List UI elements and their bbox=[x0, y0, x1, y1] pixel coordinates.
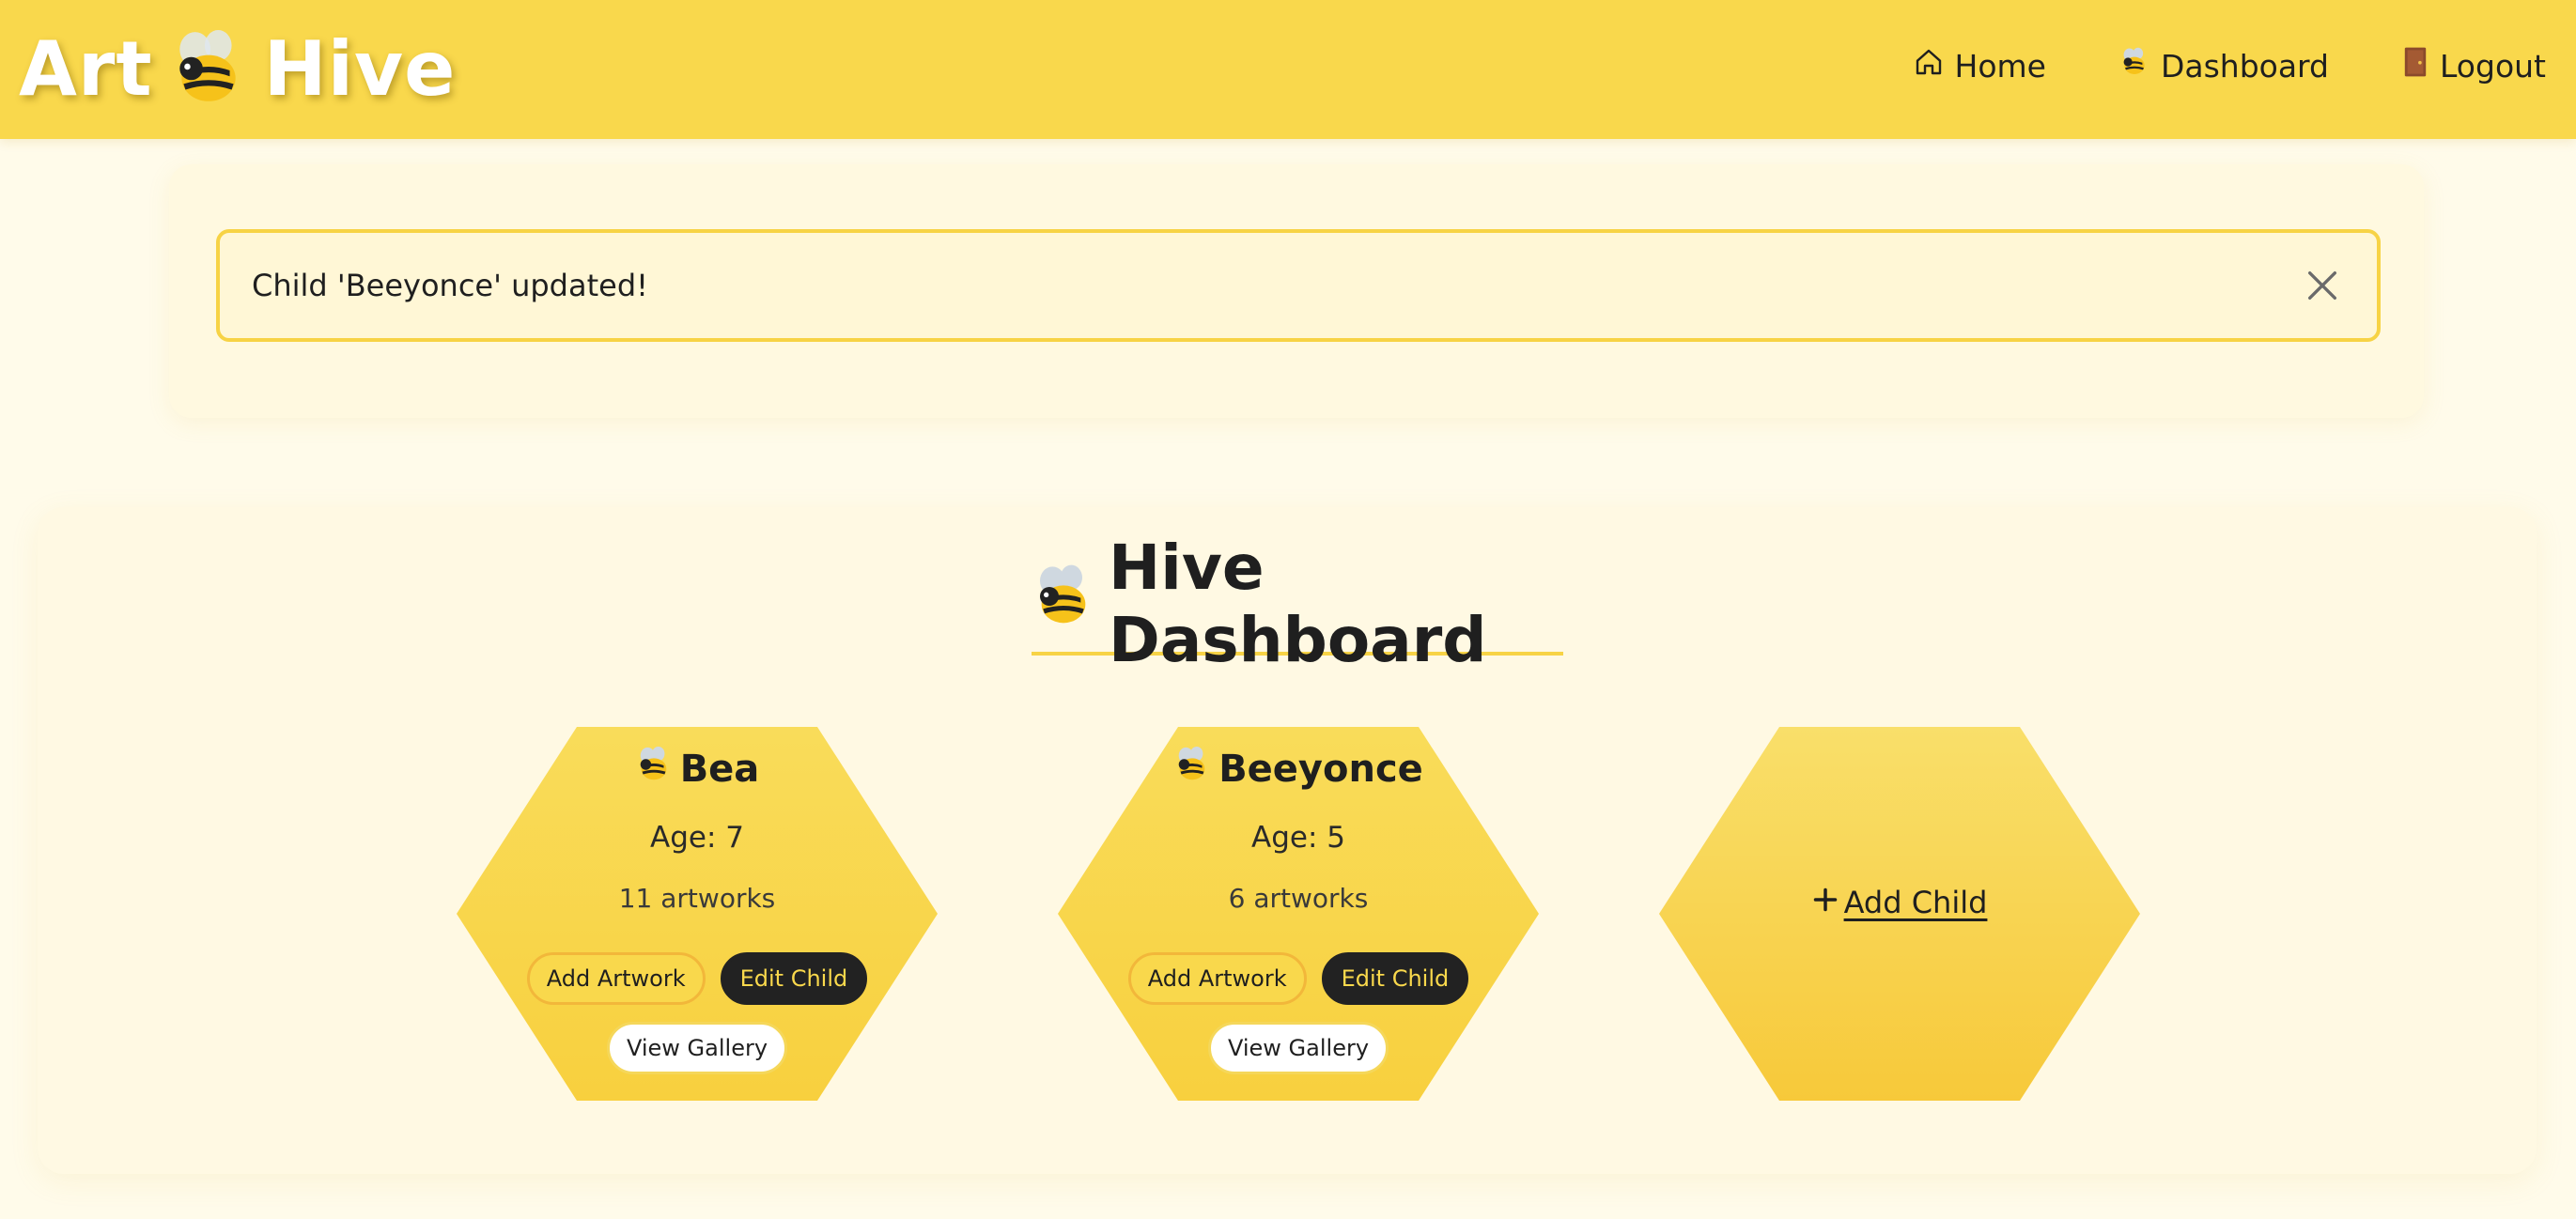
add-child-label: Add Child bbox=[1843, 885, 1988, 920]
bee-icon bbox=[1173, 746, 1211, 793]
page-title: Hive Dashboard bbox=[1032, 532, 1563, 676]
plus-icon bbox=[1812, 885, 1839, 920]
alert-message: Child 'Beeyonce' updated! bbox=[252, 268, 648, 303]
nav-logout[interactable]: Logout bbox=[2402, 46, 2546, 85]
child-name-text: Bea bbox=[679, 748, 760, 791]
door-icon bbox=[2402, 46, 2429, 85]
add-child-link[interactable]: Add Child bbox=[1659, 885, 2140, 920]
nav-home-label: Home bbox=[1954, 47, 2046, 85]
page-title-text: Hive Dashboard bbox=[1109, 532, 1487, 676]
main-nav: Home Dashboard Logout bbox=[1914, 32, 2546, 100]
success-alert: Child 'Beeyonce' updated! bbox=[216, 229, 2381, 342]
add-artwork-button[interactable]: Add Artwork bbox=[526, 952, 706, 1005]
bee-icon bbox=[2119, 47, 2149, 85]
nav-logout-label: Logout bbox=[2440, 47, 2546, 85]
brand-logo[interactable]: Art Hive bbox=[19, 17, 456, 120]
bee-icon bbox=[170, 28, 247, 109]
edit-child-button[interactable]: Edit Child bbox=[1321, 952, 1469, 1005]
bee-icon bbox=[1032, 563, 1095, 644]
close-icon[interactable] bbox=[2296, 259, 2349, 312]
brand-text-left: Art bbox=[19, 24, 153, 113]
child-actions: Add Artwork Edit Child bbox=[457, 952, 938, 1005]
nav-home[interactable]: Home bbox=[1914, 47, 2046, 85]
child-age: Age: 5 bbox=[1251, 821, 1345, 855]
child-artwork-count: 6 artworks bbox=[1228, 883, 1369, 914]
home-icon bbox=[1914, 47, 1944, 85]
nav-dashboard-label: Dashboard bbox=[2160, 47, 2329, 85]
add-artwork-button[interactable]: Add Artwork bbox=[1127, 952, 1307, 1005]
child-name-text: Beeyonce bbox=[1218, 748, 1423, 791]
nav-dashboard[interactable]: Dashboard bbox=[2119, 47, 2329, 85]
view-gallery-button[interactable]: View Gallery bbox=[606, 1022, 788, 1074]
child-actions: Add Artwork Edit Child bbox=[1058, 952, 1539, 1005]
top-header: Art Hive Home Dashboard Logout bbox=[0, 0, 2576, 139]
bee-icon bbox=[635, 746, 673, 793]
view-gallery-button[interactable]: View Gallery bbox=[1207, 1022, 1389, 1074]
child-age: Age: 7 bbox=[650, 821, 744, 855]
brand-text-right: Hive bbox=[263, 24, 457, 113]
child-artwork-count: 11 artworks bbox=[618, 883, 776, 914]
edit-child-button[interactable]: Edit Child bbox=[720, 952, 868, 1005]
